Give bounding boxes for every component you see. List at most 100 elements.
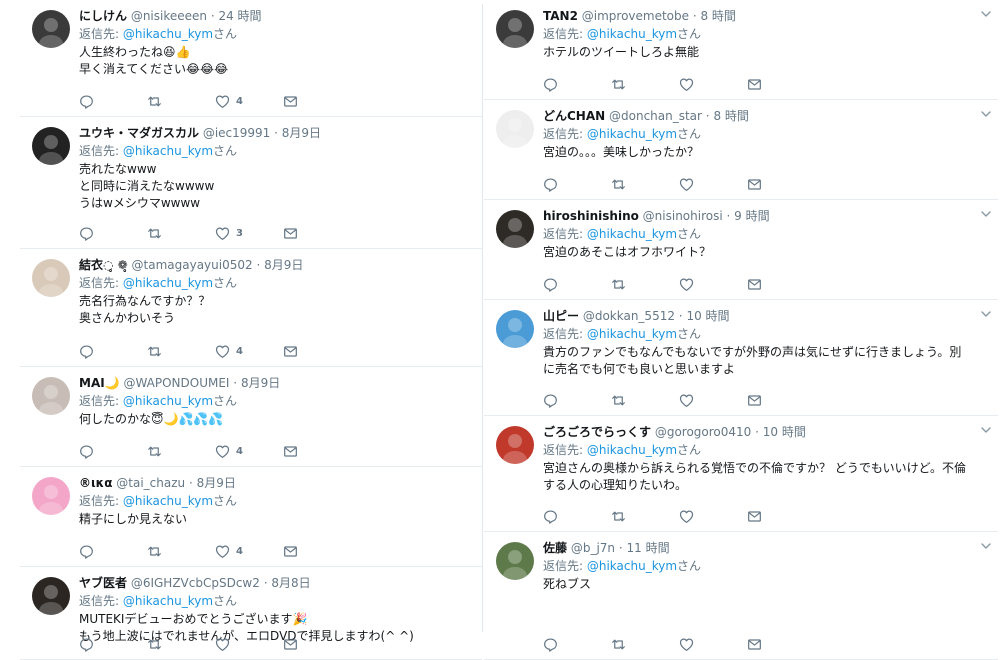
- user-handle[interactable]: @tai_chazu: [112, 476, 185, 490]
- tweet[interactable]: 山ピー @dokkan_5512 · 10 時間 返信先: @hikachu_ky…: [484, 300, 998, 416]
- direct-message-button[interactable]: [283, 635, 351, 653]
- direct-message-button[interactable]: [747, 175, 815, 193]
- user-handle[interactable]: @nisinohirosi: [639, 209, 723, 223]
- direct-message-button[interactable]: [283, 342, 351, 360]
- timestamp[interactable]: 8月9日: [264, 258, 303, 272]
- direct-message-button[interactable]: [283, 542, 351, 560]
- direct-message-button[interactable]: [747, 75, 815, 93]
- direct-message-button[interactable]: [283, 224, 351, 242]
- avatar[interactable]: [496, 110, 534, 148]
- like-button[interactable]: [679, 507, 747, 525]
- avatar[interactable]: [496, 426, 534, 464]
- chevron-down-icon[interactable]: [980, 540, 992, 552]
- tweet[interactable]: ®ικα @tai_chazu · 8月9日 返信先: @hikachu_kymさ…: [20, 467, 482, 567]
- user-handle[interactable]: @gorogoro0410: [651, 425, 751, 439]
- retweet-button[interactable]: [147, 342, 215, 360]
- chevron-down-icon[interactable]: [980, 8, 992, 20]
- user-handle[interactable]: @improvemetobe: [578, 9, 689, 23]
- like-button[interactable]: [679, 391, 747, 409]
- like-button[interactable]: [679, 635, 747, 653]
- reply-mention-link[interactable]: @hikachu_kym: [587, 27, 677, 41]
- user-handle[interactable]: @iec19991: [199, 126, 271, 140]
- chevron-down-icon[interactable]: [980, 208, 992, 220]
- reply-button[interactable]: [543, 391, 611, 409]
- retweet-button[interactable]: [611, 391, 679, 409]
- reply-button[interactable]: [543, 275, 611, 293]
- reply-mention-link[interactable]: @hikachu_kym: [123, 494, 213, 508]
- display-name[interactable]: hiroshinishino: [543, 209, 639, 223]
- reply-button[interactable]: [79, 92, 147, 110]
- tweet[interactable]: にしけん @nisikeeeen · 24 時間 返信先: @hikachu_ky…: [20, 0, 482, 117]
- timestamp[interactable]: 10 時間: [686, 309, 729, 323]
- reply-mention-link[interactable]: @hikachu_kym: [587, 227, 677, 241]
- display-name[interactable]: 山ピー: [543, 309, 579, 323]
- reply-mention-link[interactable]: @hikachu_kym: [123, 594, 213, 608]
- user-handle[interactable]: @b_j7n: [567, 541, 615, 555]
- chevron-down-icon[interactable]: [980, 424, 992, 436]
- timestamp[interactable]: 8 時間: [713, 109, 748, 123]
- reply-button[interactable]: [79, 224, 147, 242]
- tweet[interactable]: 佐藤 @b_j7n · 11 時間 返信先: @hikachu_kymさん 死ねブス: [484, 532, 998, 660]
- avatar[interactable]: [32, 577, 70, 615]
- user-handle[interactable]: @dokkan_5512: [579, 309, 675, 323]
- reply-button[interactable]: [79, 542, 147, 560]
- like-button[interactable]: 4: [215, 92, 283, 110]
- avatar[interactable]: [32, 377, 70, 415]
- avatar[interactable]: [496, 210, 534, 248]
- retweet-button[interactable]: [147, 542, 215, 560]
- reply-mention-link[interactable]: @hikachu_kym: [123, 276, 213, 290]
- retweet-button[interactable]: [147, 635, 215, 653]
- retweet-button[interactable]: [611, 175, 679, 193]
- chevron-down-icon[interactable]: [980, 108, 992, 120]
- reply-mention-link[interactable]: @hikachu_kym: [123, 144, 213, 158]
- retweet-button[interactable]: [611, 75, 679, 93]
- avatar[interactable]: [32, 259, 70, 297]
- tweet[interactable]: どんCHAN @donchan_star · 8 時間 返信先: @hikachu…: [484, 100, 998, 200]
- like-button[interactable]: 4: [215, 442, 283, 460]
- like-button[interactable]: [215, 635, 283, 653]
- reply-mention-link[interactable]: @hikachu_kym: [123, 27, 213, 41]
- tweet[interactable]: 結衣◌̥ ❁̥ @tamagayayui0502 · 8月9日 返信先: @hik…: [20, 249, 482, 367]
- tweet[interactable]: MAI🌙 @WAPONDOUMEI · 8月9日 返信先: @hikachu_ky…: [20, 367, 482, 467]
- direct-message-button[interactable]: [747, 635, 815, 653]
- like-button[interactable]: [679, 75, 747, 93]
- timestamp[interactable]: 9 時間: [734, 209, 769, 223]
- reply-mention-link[interactable]: @hikachu_kym: [587, 559, 677, 573]
- direct-message-button[interactable]: [747, 275, 815, 293]
- display-name[interactable]: MAI🌙: [79, 376, 120, 390]
- like-button[interactable]: 4: [215, 342, 283, 360]
- retweet-button[interactable]: [611, 635, 679, 653]
- direct-message-button[interactable]: [283, 92, 351, 110]
- reply-button[interactable]: [543, 507, 611, 525]
- avatar[interactable]: [32, 10, 70, 48]
- direct-message-button[interactable]: [747, 391, 815, 409]
- user-handle[interactable]: @donchan_star: [605, 109, 702, 123]
- timestamp[interactable]: 8月9日: [282, 126, 321, 140]
- timestamp[interactable]: 11 時間: [626, 541, 669, 555]
- user-handle[interactable]: @tamagayayui0502: [128, 258, 253, 272]
- tweet[interactable]: ヤブ医者 @6IGHZVcbCpSDcw2 · 8月8日 返信先: @hikach…: [20, 567, 482, 660]
- reply-button[interactable]: [543, 75, 611, 93]
- display-name[interactable]: ®ικα: [79, 476, 112, 490]
- tweet[interactable]: ユウキ・マダガスカル @iec19991 · 8月9日 返信先: @hikachu…: [20, 117, 482, 249]
- user-handle[interactable]: @nisikeeeen: [127, 9, 207, 23]
- timestamp[interactable]: 8 時間: [700, 9, 735, 23]
- user-handle[interactable]: @WAPONDOUMEI: [120, 376, 229, 390]
- tweet[interactable]: TAN2 @improvemetobe · 8 時間 返信先: @hikachu_…: [484, 0, 998, 100]
- retweet-button[interactable]: [147, 442, 215, 460]
- retweet-button[interactable]: [147, 224, 215, 242]
- display-name[interactable]: にしけん: [79, 9, 127, 23]
- retweet-button[interactable]: [147, 92, 215, 110]
- display-name[interactable]: ユウキ・マダガスカル: [79, 126, 199, 140]
- timestamp[interactable]: 8月9日: [241, 376, 280, 390]
- display-name[interactable]: ヤブ医者: [79, 576, 127, 590]
- display-name[interactable]: TAN2: [543, 9, 578, 23]
- timestamp[interactable]: 8月8日: [271, 576, 310, 590]
- timestamp[interactable]: 8月9日: [197, 476, 236, 490]
- like-button[interactable]: [679, 275, 747, 293]
- reply-mention-link[interactable]: @hikachu_kym: [123, 394, 213, 408]
- direct-message-button[interactable]: [747, 507, 815, 525]
- display-name[interactable]: ごろごろでらっくす: [543, 425, 651, 439]
- like-button[interactable]: [679, 175, 747, 193]
- avatar[interactable]: [496, 10, 534, 48]
